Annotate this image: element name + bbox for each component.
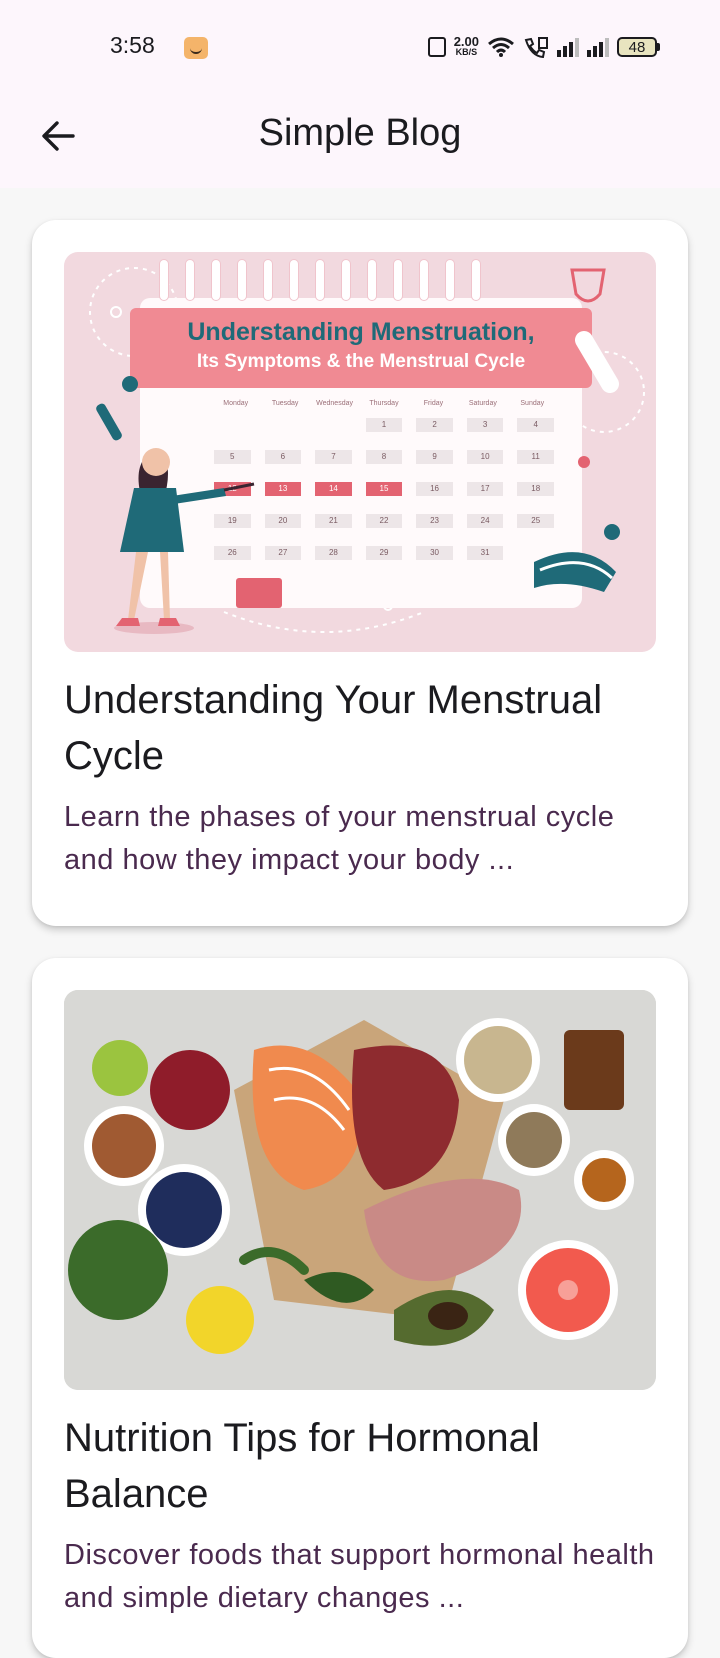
post-excerpt: Learn the phases of your menstrual cycle… (64, 801, 615, 876)
network-speed-unit: KB/S (455, 47, 478, 57)
signal-sim2-icon (587, 37, 609, 57)
woman-figure (96, 268, 620, 634)
blog-post-card[interactable]: Understanding Menstruation, Its Symptoms… (32, 220, 688, 926)
post-image (64, 990, 656, 1390)
wifi-calling-icon (524, 37, 548, 58)
blog-post-card[interactable]: Nutrition Tips for Hormonal Balance Disc… (32, 958, 688, 1658)
status-bar: 3:58 2.00 KB/S 48 (0, 0, 720, 88)
post-excerpt: Discover foods that support hormonal hea… (64, 1539, 655, 1614)
app-bar: Simple Blog (0, 88, 720, 188)
wifi-icon (488, 37, 514, 57)
page-title: Simple Blog (258, 112, 462, 154)
food-illustration (64, 990, 656, 1390)
post-image: Understanding Menstruation, Its Symptoms… (64, 252, 656, 652)
signal-sim1-icon (557, 37, 579, 57)
battery-level: 48 (617, 37, 657, 57)
status-icons: 2.00 KB/S 48 (427, 32, 660, 62)
post-title: Nutrition Tips for Hormonal Balance (64, 1416, 540, 1516)
network-speed-value: 2.00 (453, 34, 479, 49)
post-title: Understanding Your Menstrual Cycle (64, 678, 603, 778)
vibrate-icon (427, 37, 446, 57)
status-time: 3:58 (110, 32, 155, 58)
amazon-notification-icon (184, 37, 208, 59)
network-speed: 2.00 KB/S (453, 34, 479, 58)
battery-icon: 48 (617, 37, 660, 57)
